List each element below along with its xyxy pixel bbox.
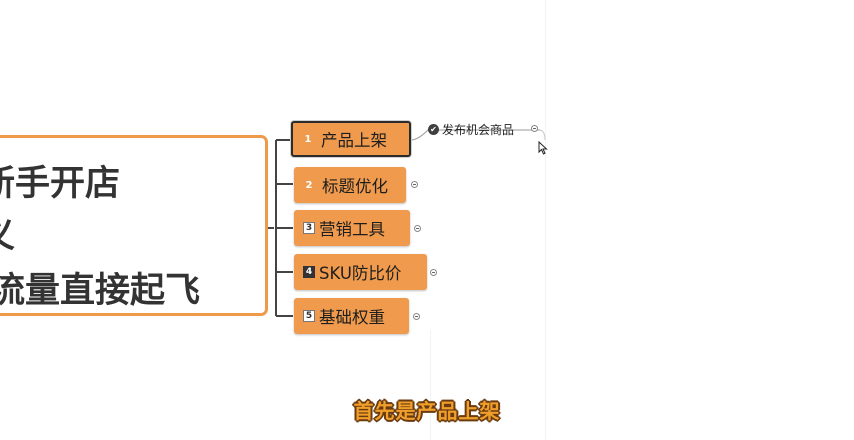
- branch-node-3[interactable]: 3 营销工具: [294, 210, 410, 246]
- video-caption: 首先是产品上架: [353, 399, 501, 423]
- priority-2-icon: 2: [305, 179, 313, 191]
- priority-1-icon: 1: [304, 133, 312, 145]
- collapse-toggle-icon[interactable]: [430, 269, 437, 276]
- branch-node-5[interactable]: 5 基础权重: [294, 298, 409, 334]
- priority-4-icon: 4: [303, 266, 315, 278]
- collapse-toggle-icon[interactable]: [531, 125, 538, 132]
- central-topic-line-2: 义: [0, 207, 15, 258]
- branch-label: 基础权重: [319, 308, 385, 327]
- branch-label: 标题优化: [322, 177, 388, 196]
- sub-topic-label: 发布机会商品: [442, 122, 515, 137]
- branch-label: 营销工具: [319, 220, 385, 239]
- collapse-toggle-icon[interactable]: [413, 313, 420, 320]
- sub-topic-node[interactable]: ✔ 发布机会商品: [428, 120, 514, 138]
- canvas-guide-line: [545, 0, 546, 440]
- central-topic-line-1: 新手开店: [0, 164, 121, 204]
- collapse-toggle-icon[interactable]: [411, 181, 418, 188]
- central-topic-line-3: 流量直接起飞: [0, 271, 201, 311]
- branch-node-1[interactable]: 1 产品上架: [291, 121, 411, 157]
- branch-label: SKU防比价: [319, 264, 402, 283]
- priority-5-icon: 5: [303, 310, 315, 322]
- collapse-toggle-icon[interactable]: [414, 225, 421, 232]
- mouse-cursor-icon: [538, 141, 548, 155]
- branch-node-4[interactable]: 4 SKU防比价: [294, 254, 427, 290]
- branch-label: 产品上架: [321, 131, 387, 150]
- check-circle-icon: ✔: [428, 123, 439, 135]
- branch-node-2[interactable]: 2 标题优化: [294, 167, 406, 203]
- priority-3-icon: 3: [303, 222, 315, 234]
- mindmap-canvas[interactable]: 新手开店 义 流量直接起飞 1 产品上架 2 标题优化 3 营销工具 4 SKU…: [0, 0, 854, 440]
